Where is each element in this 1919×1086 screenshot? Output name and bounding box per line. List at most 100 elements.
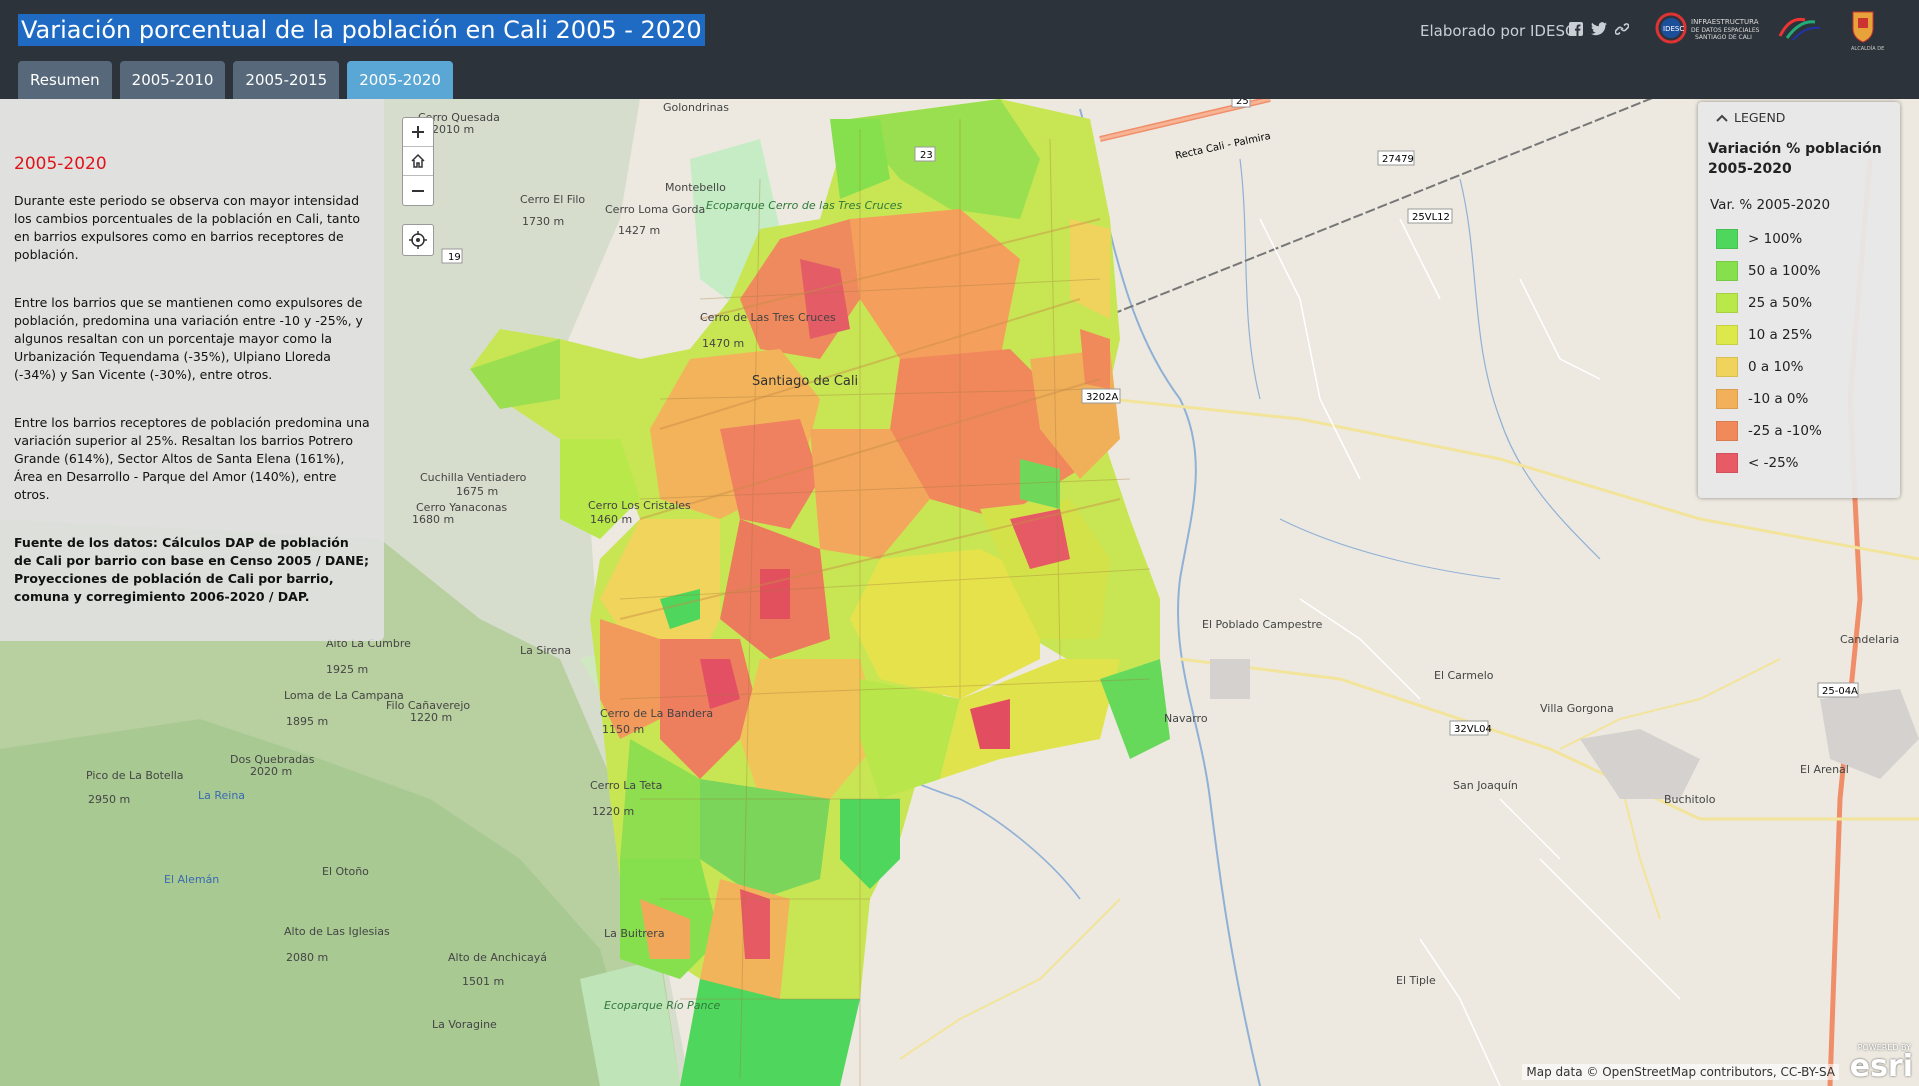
place-ecoparque-rio-pance: Ecoparque Río Pance [604,999,721,1012]
legend-swatch [1716,421,1738,441]
esri-logo: POWERED BY esri [1849,1043,1913,1084]
road-label: 27479 [1382,154,1414,165]
elev-cerro-loma-gorda: 1427 m [618,224,660,237]
place-el-aleman: El Alemán [164,873,219,886]
legend-swatch [1716,229,1738,249]
idesc-logo-icon: IDESC INFRAESTRUCTURA DE DATOS ESPACIALE… [1655,12,1760,44]
elev-cerro-tres-cruces: 1470 m [702,337,744,350]
place-villa-gorgona: Villa Gorgona [1540,702,1614,715]
tab-2005-2010[interactable]: 2005-2010 [119,61,226,99]
elev-cerro-el-filo: 1730 m [522,215,564,228]
place-montebello: Montebello [665,181,726,194]
zoom-in-button[interactable] [403,118,433,147]
place-el-carmelo: El Carmelo [1434,669,1494,682]
page-title: Variación porcentual de la población en … [18,14,705,46]
zoom-controls [402,117,434,206]
place-cerro-los-cristales: Cerro Los Cristales [588,499,691,512]
facebook-icon[interactable] [1568,22,1584,38]
place-la-reina: La Reina [198,789,245,802]
road-label: 32VL04 [1454,724,1492,735]
road-label: 25VL12 [1412,212,1450,223]
place-la-voragine: La Voragine [432,1018,497,1031]
legend-swatch [1716,357,1738,377]
elev-cuchilla-ventiadero: 1675 m [456,485,498,498]
legend-label: -10 a 0% [1748,391,1809,407]
place-santiago-de-cali: Santiago de Cali [752,374,858,389]
place-el-otono: El Otoño [322,865,369,878]
place-cerro-la-teta: Cerro La Teta [590,779,662,792]
legend-label: 25 a 50% [1748,295,1813,311]
locate-button[interactable] [402,224,434,256]
panel-heading: 2005-2020 [14,154,107,174]
zoom-out-button[interactable] [403,176,433,205]
place-buchitolo: Buchitolo [1664,793,1716,806]
map-attribution[interactable]: Map data © OpenStreetMap contributors, C… [1522,1064,1839,1080]
legend-header: LEGEND [1734,110,1786,125]
svg-text:INFRAESTRUCTURA: INFRAESTRUCTURA [1691,18,1759,26]
place-alto-las-iglesias: Alto de Las Iglesias [284,925,390,938]
tab-2005-2015[interactable]: 2005-2015 [233,61,340,99]
legend-subtitle: Var. % 2005-2020 [1710,197,1831,213]
svg-text:SANTIAGO DE CALI: SANTIAGO DE CALI [1695,34,1752,41]
road-label: 25-04A [1822,686,1858,697]
elev-dos-quebradas: 2020 m [250,765,292,778]
legend-item: 10 a 25% [1708,319,1890,351]
place-el-poblado-campestre: El Poblado Campestre [1202,618,1323,631]
legend-panel: LEGEND Variación % población 2005-2020 V… [1698,102,1900,498]
legend-label: 0 a 10% [1748,359,1804,375]
legend-label: < -25% [1748,455,1799,471]
place-cerro-la-bandera: Cerro de La Bandera [600,707,713,720]
panel-paragraph-2: Entre los barrios que se mantienen como … [14,295,363,382]
legend-title: Variación % población 2005-2020 [1708,141,1882,177]
tab-2005-2020[interactable]: 2005-2020 [347,61,453,99]
elev-alto-las-iglesias: 2080 m [286,951,328,964]
legend-toggle[interactable]: LEGEND [1716,110,1890,125]
home-button[interactable] [403,147,433,176]
road-label: Recta Cali - Palmira [1174,131,1271,162]
road-label: 25 [1236,99,1249,107]
panel-paragraph-1: Durante este periodo se observa con mayo… [14,193,361,262]
legend-label: > 100% [1748,231,1803,247]
svg-text:DE DATOS ESPACIALES: DE DATOS ESPACIALES [1691,27,1760,34]
place-la-buitrera: La Buitrera [604,927,665,940]
legend-swatch [1716,389,1738,409]
esri-logo-text: esri [1849,1049,1913,1084]
tab-resumen[interactable]: Resumen [18,61,112,99]
road-label: 23 [920,150,933,161]
place-navarro: Navarro [1164,712,1208,725]
home-icon [411,153,425,168]
svg-text:ALCALDÍA DE: ALCALDÍA DE [1851,45,1884,52]
elev-cerro-los-cristales: 1460 m [590,513,632,526]
crosshair-icon [409,231,427,249]
legend-item: 0 a 10% [1708,351,1890,383]
svg-text:IDESC: IDESC [1663,25,1684,33]
elev-filo-canaverejo: 1220 m [410,711,452,724]
elev-pico-la-botella: 2950 m [88,793,130,806]
place-golondrinas: Golondrinas [663,101,729,114]
elev-cerro-yanaconas: 1680 m [412,513,454,526]
byline: Elaborado por IDESC [1420,22,1576,40]
place-alto-anchicaya: Alto de Anchicayá [448,951,547,964]
road-label: 3202A [1086,392,1118,403]
legend-rows: > 100% 50 a 100% 25 a 50% 10 a 25% 0 a 1… [1708,223,1890,479]
elev-alto-la-cumbre: 1925 m [326,663,368,676]
legend-swatch [1716,293,1738,313]
legend-item: > 100% [1708,223,1890,255]
legend-item: < -25% [1708,447,1890,479]
elev-loma-la-campana: 1895 m [286,715,328,728]
link-icon[interactable] [1614,22,1630,38]
place-el-tiple: El Tiple [1396,974,1436,987]
app-header: Variación porcentual de la población en … [0,0,1919,99]
twitter-icon[interactable] [1591,22,1607,38]
plus-icon [412,126,424,138]
elev-cerro-la-bandera: 1150 m [602,723,644,736]
info-panel: 2005-2020 Durante este periodo se observ… [0,99,384,641]
chevron-up-icon [1716,114,1728,122]
esri-powered-label: POWERED BY [1857,1043,1911,1052]
panel-paragraph-3: Entre los barrios receptores de població… [14,415,370,502]
cali-logo-icon [1778,17,1821,41]
panel-source: Fuente de los datos: Cálculos DAP de pob… [14,535,369,604]
place-cerro-tres-cruces: Cerro de Las Tres Cruces [700,311,836,324]
legend-item: -25 a -10% [1708,415,1890,447]
place-el-arenal: El Arenal [1800,763,1849,776]
